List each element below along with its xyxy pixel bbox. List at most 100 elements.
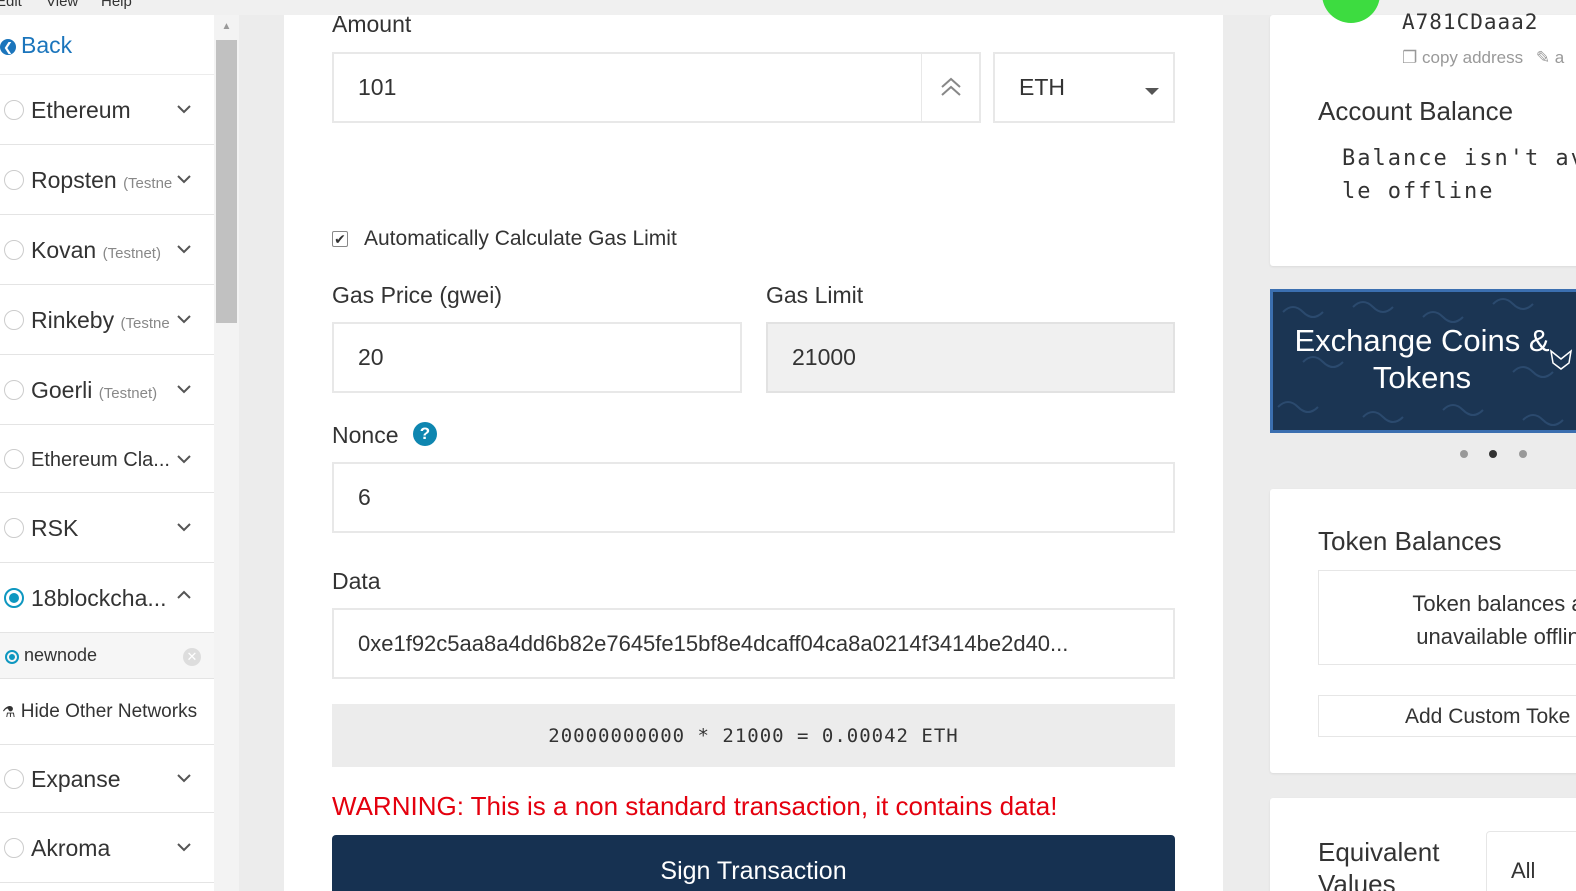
flask-icon: ⚗ — [2, 704, 16, 721]
network-name: Ethereum Cla... — [31, 449, 170, 471]
network-sidebar: ❮ Back Ethereum Ropsten (Testne Kovan (Te… — [0, 15, 214, 891]
network-radio[interactable] — [4, 240, 24, 260]
gas-price-label: Gas Price (gwei) — [332, 282, 502, 308]
hide-other-networks-button[interactable]: ⚗ Hide Other Networks — [0, 679, 214, 745]
chevron-down-icon[interactable] — [176, 770, 196, 790]
network-radio[interactable] — [4, 100, 24, 120]
data-value: 0xe1f92c5aa8a4dd6b82e7645fe15bf8e4dcaff0… — [358, 630, 1069, 656]
sign-transaction-button[interactable]: Sign Transaction — [332, 835, 1175, 891]
menu-edit[interactable]: Edit — [0, 0, 22, 10]
account-balance-title: Account Balance — [1318, 96, 1514, 126]
equivalent-values-select[interactable]: All — [1486, 831, 1576, 891]
chevron-down-icon[interactable] — [176, 451, 196, 471]
nonce-label: Nonce — [332, 422, 399, 448]
chevron-down-icon[interactable] — [176, 519, 196, 539]
network-name: Rinkeby (Testne — [31, 307, 170, 333]
hide-networks-label: Hide Other Networks — [20, 701, 198, 722]
data-warning: WARNING: This is a non standard transact… — [332, 791, 1058, 821]
network-name: RSK — [31, 515, 79, 541]
node-radio-selected[interactable] — [5, 650, 19, 664]
copy-address-label: copy address — [1421, 48, 1524, 67]
network-name: Ropsten (Testne — [31, 167, 173, 193]
unit-value: ETH — [1019, 74, 1065, 100]
carousel-dot[interactable] — [1460, 450, 1468, 458]
add-custom-token-button[interactable]: Add Custom Toke — [1318, 695, 1576, 737]
sidebar-item-18blockchain[interactable]: 18blockcha... — [0, 563, 214, 633]
sidebar-item-rsk[interactable]: RSK — [0, 493, 214, 563]
sidebar-item-expanse[interactable]: Expanse — [0, 745, 214, 813]
pencil-icon[interactable]: ✎ a — [1536, 48, 1564, 67]
sidebar-scrollbar[interactable]: ▲ — [214, 15, 239, 891]
fox-logo-icon — [1549, 347, 1573, 371]
sidebar-item-kovan[interactable]: Kovan (Testnet) — [0, 215, 214, 285]
token-balances-message: Token balances a unavailable offlin — [1318, 570, 1576, 665]
chevron-down-icon[interactable] — [176, 241, 196, 261]
chevron-down-icon[interactable] — [176, 101, 196, 121]
scroll-up-icon[interactable]: ▲ — [214, 21, 239, 35]
nonce-value: 6 — [358, 484, 371, 510]
carousel-dot[interactable] — [1519, 450, 1527, 458]
remove-node-icon[interactable]: ✕ — [183, 648, 201, 666]
network-name: Akroma — [31, 835, 111, 861]
network-name: Expanse — [31, 766, 121, 792]
amount-input[interactable]: 101 — [332, 52, 981, 123]
network-radio[interactable] — [4, 310, 24, 330]
sidebar-item-ethereum-classic[interactable]: Ethereum Cla... — [0, 425, 214, 493]
account-address: A781CDaaa2 — [1402, 10, 1539, 34]
network-radio[interactable] — [4, 769, 24, 789]
copy-address-button[interactable]: ❐ copy address ✎ a — [1402, 48, 1564, 68]
chevron-down-icon[interactable] — [176, 381, 196, 401]
sidebar-item-akroma[interactable]: Akroma — [0, 813, 214, 883]
network-radio[interactable] — [4, 838, 24, 858]
network-name: Ethereum — [31, 97, 131, 123]
back-arrow-icon: ❮ — [0, 39, 16, 55]
amount-label: Amount — [332, 11, 412, 37]
exchange-promo-banner[interactable]: Exchange Coins & Tokens — [1270, 289, 1576, 433]
sidebar-item-ropsten[interactable]: Ropsten (Testne — [0, 145, 214, 215]
gas-price-value: 20 — [358, 344, 384, 370]
data-input[interactable]: 0xe1f92c5aa8a4dd6b82e7645fe15bf8e4dcaff0… — [332, 608, 1175, 679]
carousel-dot-active[interactable] — [1489, 450, 1497, 458]
gas-price-input[interactable]: 20 — [332, 322, 742, 393]
exchange-promo-title: Exchange Coins & Tokens — [1294, 323, 1550, 395]
unit-select[interactable]: ETH — [993, 52, 1175, 123]
nonce-input[interactable]: 6 — [332, 462, 1175, 533]
equivalent-values-title: Equivalent Values — [1318, 837, 1440, 891]
network-name: Kovan (Testnet) — [31, 237, 161, 263]
menu-help[interactable]: Help — [101, 0, 132, 10]
chevron-down-icon[interactable] — [176, 839, 196, 859]
back-label: Back — [21, 32, 73, 58]
network-name: 18blockcha... — [31, 585, 167, 611]
network-radio[interactable] — [4, 170, 24, 190]
network-radio[interactable] — [4, 518, 24, 538]
gas-limit-input[interactable]: 21000 — [766, 322, 1175, 393]
network-radio[interactable] — [4, 449, 24, 469]
auto-gas-checkbox[interactable]: ✔ — [332, 231, 348, 247]
gas-limit-value: 21000 — [792, 344, 856, 370]
token-balances-title: Token Balances — [1318, 526, 1502, 556]
account-balance-text: Balance isn't av le offline — [1342, 146, 1576, 204]
help-icon[interactable]: ? — [413, 422, 437, 446]
gas-calculation: 20000000000 * 21000 = 0.00042 ETH — [332, 704, 1175, 767]
sidebar-node-newnode[interactable]: newnode ✕ — [0, 633, 214, 679]
amount-value: 101 — [358, 74, 397, 100]
node-name: newnode — [24, 645, 98, 665]
network-name: Goerli (Testnet) — [31, 377, 158, 403]
chevron-down-icon[interactable] — [176, 171, 196, 191]
send-entire-balance-icon[interactable] — [921, 53, 979, 121]
gas-limit-label: Gas Limit — [766, 282, 864, 308]
sidebar-item-goerli[interactable]: Goerli (Testnet) — [0, 355, 214, 425]
sidebar-item-rinkeby[interactable]: Rinkeby (Testne — [0, 285, 214, 355]
back-button[interactable]: ❮ Back — [0, 15, 214, 75]
data-label: Data — [332, 568, 381, 594]
network-radio[interactable] — [4, 380, 24, 400]
network-radio-selected[interactable] — [4, 588, 24, 608]
chevron-up-icon[interactable] — [176, 587, 196, 607]
token-balances-message-text: Token balances a unavailable offlin — [1412, 591, 1576, 649]
sidebar-item-ethereum[interactable]: Ethereum — [0, 75, 214, 145]
copy-icon: ❐ — [1402, 48, 1418, 67]
menu-view[interactable]: View — [46, 0, 78, 10]
auto-gas-label: Automatically Calculate Gas Limit — [364, 227, 677, 250]
scroll-thumb[interactable] — [216, 40, 237, 323]
chevron-down-icon[interactable] — [176, 311, 196, 331]
